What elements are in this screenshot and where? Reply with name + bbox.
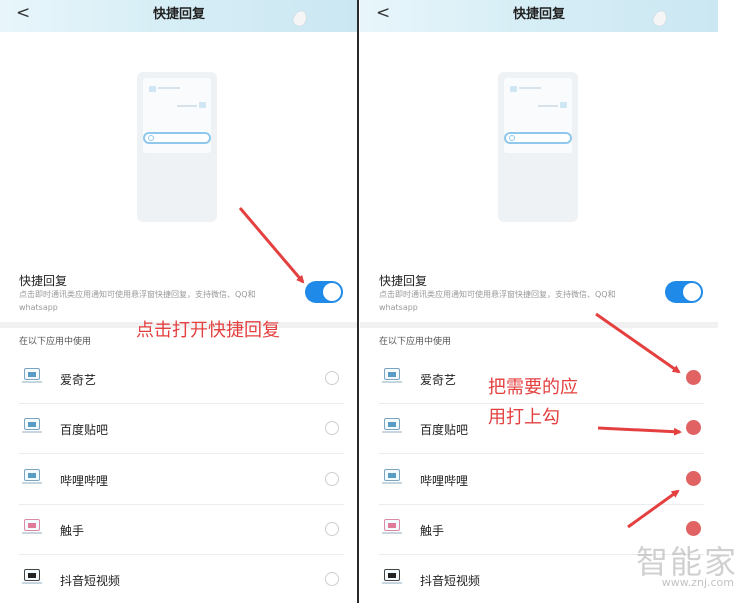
iqiyi-app-icon — [382, 368, 402, 386]
app-checkbox[interactable] — [325, 472, 339, 486]
toggle-knob — [323, 283, 341, 301]
quick-reply-description: 点击即时通讯类应用通知可使用悬浮窗快捷回复，支持微信、QQ和whatsapp — [379, 290, 616, 312]
quick-reply-preview-illustration — [137, 72, 217, 222]
app-checkbox[interactable] — [325, 421, 339, 435]
chushou-app-icon — [22, 519, 42, 537]
quick-reply-toggle[interactable] — [665, 281, 703, 303]
bilibili-app-icon — [22, 469, 42, 487]
app-row-bilibili[interactable]: 哔哩哔哩 — [360, 455, 718, 505]
app-row-chushou[interactable]: 触手 — [0, 505, 358, 555]
toggle-knob — [683, 283, 701, 301]
quick-reply-preview-illustration — [498, 72, 578, 222]
app-row-douyin[interactable]: 抖音短视频 — [0, 555, 358, 603]
app-name: 哔哩哔哩 — [60, 474, 109, 488]
quick-reply-toggle[interactable] — [305, 281, 343, 303]
title-bar: < 快捷回复 — [0, 0, 358, 32]
app-checkbox-checked[interactable] — [686, 521, 701, 536]
app-checkbox-checked[interactable] — [686, 471, 701, 486]
title-bar: < 快捷回复 — [360, 0, 718, 32]
watermark-url: www.znj.com — [661, 576, 734, 589]
app-name: 爱奇艺 — [60, 373, 97, 387]
bilibili-app-icon — [382, 469, 402, 487]
app-name: 触手 — [60, 524, 85, 538]
app-checkbox[interactable] — [325, 572, 339, 586]
chushou-app-icon — [382, 519, 402, 537]
section-label: 在以下应用中使用 — [379, 337, 452, 347]
app-row-iqiyi[interactable]: 爱奇艺 — [0, 354, 358, 404]
app-checkbox-checked[interactable] — [686, 370, 701, 385]
annotation-open-quick-reply: 点击打开快捷回复 — [136, 320, 280, 341]
app-name: 爱奇艺 — [420, 373, 457, 387]
section-label: 在以下应用中使用 — [19, 337, 92, 347]
annotation-check-apps-line1: 把需要的应 — [488, 377, 578, 398]
baidu-tieba-app-icon — [382, 418, 402, 436]
annotation-check-apps-line2: 用打上勾 — [488, 407, 560, 428]
app-name: 触手 — [420, 524, 445, 538]
app-row-baidu-tieba[interactable]: 百度贴吧 — [0, 404, 358, 454]
quick-reply-description: 点击即时通讯类应用通知可使用悬浮窗快捷回复，支持微信、QQ和whatsapp — [19, 290, 256, 312]
quick-reply-label: 快捷回复 — [379, 274, 428, 288]
iqiyi-app-icon — [22, 368, 42, 386]
app-name: 抖音短视频 — [60, 574, 121, 588]
app-checkbox[interactable] — [325, 371, 339, 385]
app-name: 哔哩哔哩 — [420, 474, 469, 488]
douyin-app-icon — [382, 569, 402, 587]
screenshot-divider — [357, 0, 359, 603]
screen-before: < 快捷回复 快捷回复 点击即时通讯类应用通知可使用悬浮窗快捷回复，支持微信、Q… — [0, 0, 358, 603]
baidu-tieba-app-icon — [22, 418, 42, 436]
app-name: 百度贴吧 — [60, 423, 109, 437]
app-checkbox-checked[interactable] — [686, 420, 701, 435]
screen-after: < 快捷回复 快捷回复 点击即时通讯类应用通知可使用悬浮窗快捷回复，支持微信、Q… — [360, 0, 718, 603]
quick-reply-label: 快捷回复 — [19, 274, 68, 288]
app-name: 抖音短视频 — [420, 574, 481, 588]
app-row-bilibili[interactable]: 哔哩哔哩 — [0, 455, 358, 505]
app-checkbox[interactable] — [325, 522, 339, 536]
douyin-app-icon — [22, 569, 42, 587]
section-divider — [360, 322, 718, 328]
app-name: 百度贴吧 — [420, 423, 469, 437]
